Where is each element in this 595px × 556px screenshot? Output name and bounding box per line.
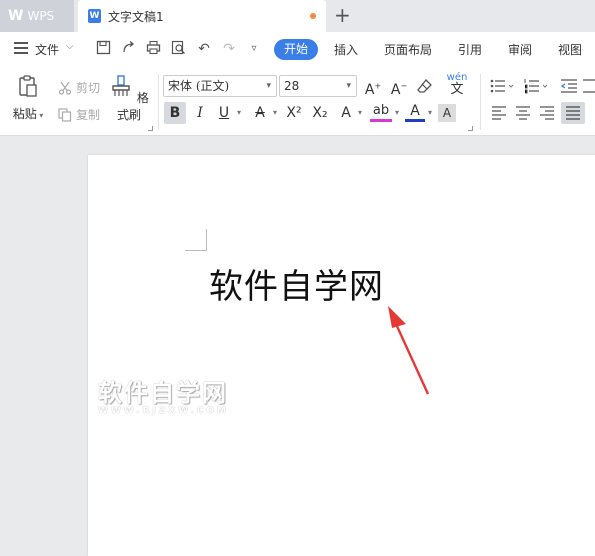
chevron-down-icon[interactable]: ▾: [425, 102, 435, 124]
decrease-indent-icon: [560, 79, 577, 93]
quick-access-more-icon[interactable]: ▿: [245, 40, 263, 58]
chevron-down-icon[interactable]: ▾: [392, 102, 402, 124]
font-name-select[interactable]: 宋体 (正文) ▾: [163, 75, 277, 97]
tab-references[interactable]: 引用: [458, 41, 482, 58]
menu-row: 文件 ⌵ ↶ ↷ ▿ 开始 插入 页面布局 引用 审阅 视图: [0, 32, 595, 66]
document-page[interactable]: 软件自学网: [88, 155, 595, 556]
copy-button[interactable]: 复制: [58, 106, 100, 123]
font-color-button[interactable]: A: [405, 102, 425, 122]
increase-indent-icon: [583, 79, 595, 93]
paste-icon: [19, 75, 37, 97]
numbered-list-icon: [524, 79, 548, 94]
increase-indent-button[interactable]: [582, 75, 595, 97]
underline-button[interactable]: U: [214, 102, 234, 124]
document-tab-title: 文字文稿1: [108, 9, 164, 24]
divider: [480, 74, 481, 130]
chevron-down-icon[interactable]: ▾: [355, 102, 365, 124]
align-right-icon: [540, 106, 554, 120]
scissors-icon: [58, 81, 72, 95]
italic-button[interactable]: I: [190, 102, 210, 124]
document-tab[interactable]: W 文字文稿1: [78, 0, 326, 32]
tab-insert[interactable]: 插入: [334, 41, 358, 58]
strikethrough-button[interactable]: A: [250, 102, 270, 124]
paste-label: 粘贴: [12, 107, 37, 121]
tab-page-layout[interactable]: 页面布局: [384, 41, 432, 58]
title-bar: W WPS W 文字文稿1 +: [0, 0, 595, 32]
copy-label: 复制: [76, 108, 101, 122]
bullet-list-icon: [490, 79, 514, 93]
watermark-title: 软件自学网: [98, 379, 228, 407]
cut-button[interactable]: 剪切: [58, 79, 100, 96]
print-preview-icon[interactable]: [169, 40, 187, 58]
document-body-text[interactable]: 软件自学网: [209, 259, 384, 308]
site-watermark: 软件自学网 WWW.RJZXW.COM: [98, 373, 243, 416]
file-menu[interactable]: 文件: [35, 41, 59, 58]
tab-view[interactable]: 视图: [558, 41, 582, 58]
paste-button[interactable]: 粘贴 ▾: [10, 74, 46, 122]
hamburger-menu-icon[interactable]: [14, 42, 28, 54]
wps-home-label: WPS: [27, 9, 55, 23]
clear-format-button[interactable]: [414, 75, 436, 97]
align-center-icon: [516, 106, 530, 120]
font-name-value: 宋体 (正文): [168, 79, 230, 93]
document-area: 软件自学网 软件自学网 WWW.RJZXW.COM: [0, 137, 595, 556]
redo-icon[interactable]: ↷: [220, 40, 238, 58]
font-size-value: 28: [284, 79, 300, 93]
bold-button[interactable]: B: [164, 102, 186, 124]
wps-logo-icon: W: [8, 8, 24, 24]
print-icon[interactable]: [144, 40, 162, 58]
align-left-icon: [492, 106, 506, 120]
divider: [158, 74, 159, 130]
red-arrow-icon: [388, 306, 430, 395]
align-center-button[interactable]: [512, 102, 534, 124]
decrease-indent-button[interactable]: [558, 75, 580, 97]
highlight-button[interactable]: ab: [370, 102, 392, 122]
chevron-down-icon: ▾: [346, 81, 351, 91]
undo-icon[interactable]: ↶: [195, 40, 213, 58]
export-pdf-icon[interactable]: [119, 40, 137, 58]
phonetic-guide-button[interactable]: wén 文: [442, 73, 472, 97]
ribbon: 文件 ⌵ ↶ ↷ ▿ 开始 插入 页面布局 引用 审阅 视图 粘贴 ▾ 剪切 复…: [0, 32, 595, 136]
home-toolbar: 粘贴 ▾ 剪切 复制 格式刷 宋体 (正文) ▾ 28 ▾ A+ A− wén …: [0, 66, 595, 136]
align-right-button[interactable]: [536, 102, 558, 124]
grow-font-button[interactable]: A+: [362, 75, 384, 98]
shrink-font-button[interactable]: A−: [388, 75, 410, 98]
tab-home[interactable]: 开始: [274, 39, 318, 60]
chevron-down-icon: ▾: [266, 81, 271, 91]
eraser-icon: [417, 79, 432, 93]
shrink-font-icon: A−: [390, 81, 408, 98]
font-size-select[interactable]: 28 ▾: [279, 75, 357, 97]
format-painter-icon: [112, 75, 130, 96]
superscript-button[interactable]: X²: [282, 102, 306, 124]
writer-doc-icon: W: [88, 9, 101, 23]
chevron-down-icon[interactable]: ▾: [270, 102, 280, 124]
text-effect-button[interactable]: A: [336, 102, 356, 124]
phonetic-icon: 文: [450, 82, 464, 97]
character-shading-button[interactable]: A: [438, 104, 456, 122]
font-dialog-launcher[interactable]: [468, 126, 473, 131]
justify-icon: [566, 106, 580, 120]
tab-review[interactable]: 审阅: [508, 41, 532, 58]
save-icon[interactable]: [94, 40, 112, 58]
wps-home-tab[interactable]: W WPS: [0, 0, 74, 32]
margin-corner-mark: [185, 229, 207, 251]
watermark-url: WWW.RJZXW.COM: [98, 406, 230, 416]
new-tab-button[interactable]: +: [334, 4, 351, 26]
bullet-list-button[interactable]: [488, 75, 516, 97]
subscript-button[interactable]: X₂: [308, 102, 332, 124]
numbered-list-button[interactable]: [522, 75, 550, 97]
format-painter-button[interactable]: 格式刷: [108, 74, 150, 123]
clipboard-dialog-launcher[interactable]: [148, 126, 153, 131]
justify-button[interactable]: [561, 102, 585, 124]
grow-font-icon: A+: [364, 81, 382, 98]
unsaved-dot-icon: [310, 13, 316, 19]
copy-icon: [58, 107, 72, 122]
chevron-down-icon[interactable]: ⌵: [66, 41, 74, 52]
cut-label: 剪切: [76, 81, 101, 95]
align-left-button[interactable]: [488, 102, 510, 124]
chevron-down-icon[interactable]: ▾: [234, 102, 244, 124]
